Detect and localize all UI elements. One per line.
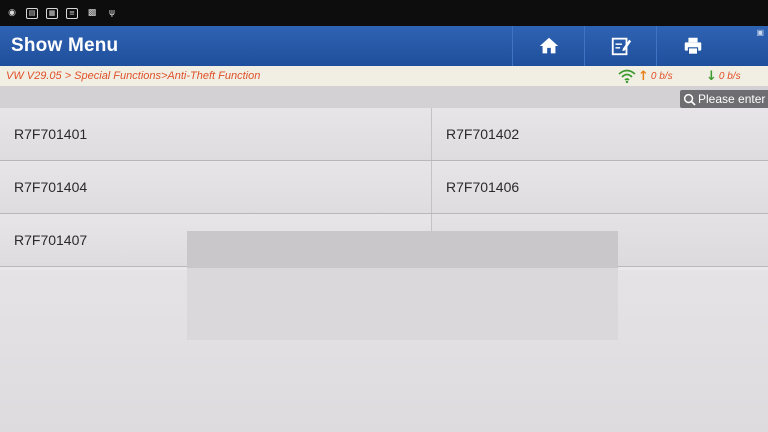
status-bar: ◉ ▤ ▦ ≡ ▩ ψ: [0, 0, 768, 26]
home-icon: [539, 37, 558, 54]
search-icon: [683, 93, 696, 106]
home-button[interactable]: [512, 26, 584, 66]
wifi-icon: [618, 69, 636, 83]
upload-rate-value: 0 b/s: [650, 70, 673, 82]
upload-rate: ↑ 0 b/s: [618, 66, 673, 86]
download-rate-value: 0 b/s: [718, 70, 741, 82]
menu-item[interactable]: R7F701401: [0, 108, 431, 160]
download-arrow-icon: ↓: [706, 68, 717, 84]
edit-button[interactable]: [584, 26, 656, 66]
table-row: R7F701404 R7F701406: [0, 161, 768, 214]
search-input[interactable]: [696, 92, 768, 106]
print-button[interactable]: [656, 26, 728, 66]
redaction-box: [187, 231, 618, 340]
eye-icon: ◉: [8, 8, 16, 18]
redaction-band: [187, 231, 618, 268]
image-icon: ▩: [87, 8, 97, 18]
menu-item[interactable]: R7F701404: [0, 161, 431, 213]
gallery-icon: ▤: [26, 7, 38, 19]
menu-item[interactable]: R7F701406: [431, 161, 768, 213]
print-icon: [684, 37, 701, 55]
breadcrumb: VW V29.05 > Special Functions>Anti-Theft…: [6, 70, 261, 82]
menu-item[interactable]: R7F701402: [431, 108, 768, 160]
title-bar: Show Menu ▣: [0, 26, 768, 66]
breadcrumb-bar: VW V29.05 > Special Functions>Anti-Theft…: [0, 66, 768, 86]
usb-icon: ψ: [109, 8, 115, 18]
tablet-icon: ▦: [46, 7, 58, 19]
message-icon: ≡: [66, 7, 78, 19]
search-strip: [0, 86, 768, 108]
toolbar-edge: ▣: [728, 26, 768, 66]
download-rate: ↓ 0 b/s: [706, 66, 741, 86]
edit-icon: [611, 37, 631, 56]
search-box[interactable]: [680, 90, 768, 108]
battery-icon: ▣: [756, 28, 764, 37]
toolbar: ▣: [512, 26, 768, 66]
upload-arrow-icon: ↑: [638, 68, 649, 84]
screen: ◉ ▤ ▦ ≡ ▩ ψ Show Menu ▣ VW V29.05 > Spec…: [0, 0, 768, 432]
table-row: R7F701401 R7F701402: [0, 108, 768, 161]
page-title: Show Menu: [11, 35, 119, 56]
